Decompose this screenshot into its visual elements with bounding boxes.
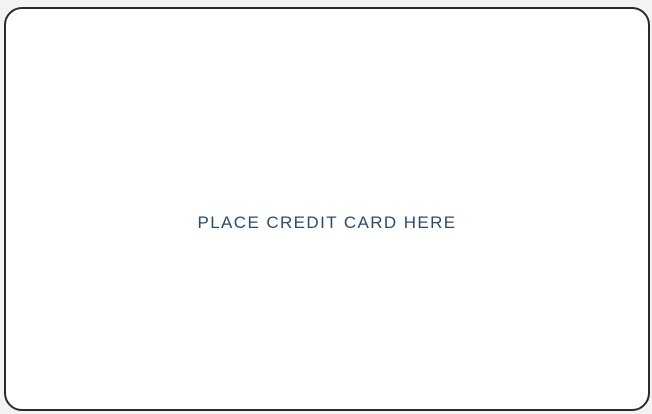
credit-card-placement-area[interactable]: PLACE CREDIT CARD HERE bbox=[4, 7, 650, 411]
card-scan-screen: PLACE CREDIT CARD HERE bbox=[0, 0, 652, 414]
place-card-instruction: PLACE CREDIT CARD HERE bbox=[197, 213, 457, 232]
